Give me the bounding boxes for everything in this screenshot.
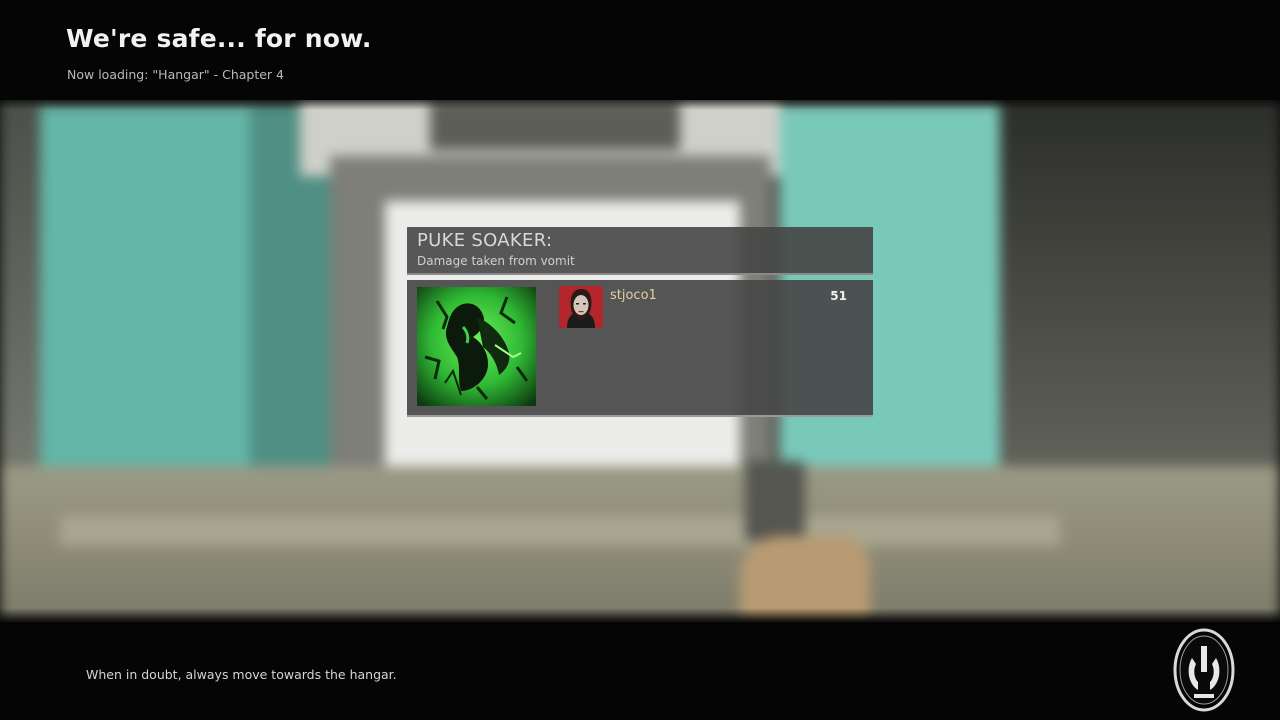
boomer-vomit-award-icon bbox=[417, 287, 536, 406]
loading-tip: When in doubt, always move towards the h… bbox=[86, 667, 397, 682]
game-logo-icon bbox=[1172, 628, 1236, 712]
safe-room-title: We're safe... for now. bbox=[66, 24, 372, 53]
award-body: stjoco1 51 bbox=[407, 280, 873, 417]
bottom-letterbox-edge bbox=[0, 608, 1280, 628]
player-avatar-icon bbox=[559, 286, 603, 328]
award-header: PUKE SOAKER: Damage taken from vomit bbox=[407, 227, 873, 275]
award-description: Damage taken from vomit bbox=[417, 254, 575, 268]
loading-status-text: Now loading: "Hangar" - Chapter 4 bbox=[67, 67, 284, 82]
award-title: PUKE SOAKER: bbox=[417, 230, 553, 251]
top-letterbox-edge bbox=[0, 88, 1280, 110]
player-stat-value: 51 bbox=[830, 289, 847, 303]
player-name: stjoco1 bbox=[610, 288, 657, 303]
loading-screen: We're safe... for now. Now loading: "Han… bbox=[0, 0, 1280, 720]
